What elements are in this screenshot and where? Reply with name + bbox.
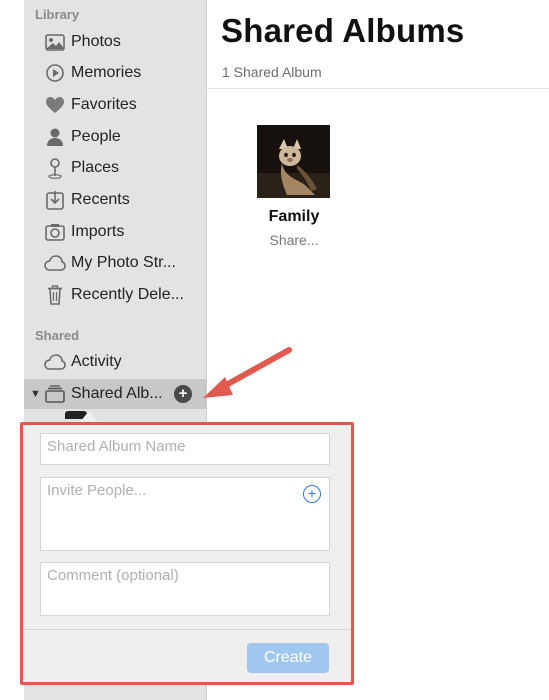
sidebar-item-label: Activity	[71, 353, 122, 370]
page-title: Shared Albums	[221, 12, 465, 49]
sidebar-item-label: Favorites	[71, 96, 137, 113]
photos-icon	[44, 31, 66, 53]
sidebar-item-label: My Photo Str...	[71, 254, 176, 271]
invite-people-field[interactable]: Invite People... +	[40, 477, 330, 551]
album-count: 1 Shared Album	[222, 64, 322, 80]
cloud-icon	[44, 252, 66, 274]
sidebar-item-favorites[interactable]: Favorites	[24, 90, 207, 120]
create-button[interactable]: Create	[247, 643, 329, 673]
sidebar-item-label: Shared Alb...	[71, 385, 163, 402]
sidebar-item-memories[interactable]: Memories	[24, 58, 207, 88]
sidebar-item-people[interactable]: People	[24, 122, 207, 152]
person-icon	[44, 126, 66, 148]
trash-icon	[44, 284, 66, 306]
popover-divider	[23, 629, 351, 630]
popover-arrow	[80, 411, 98, 422]
sidebar-item-label: Recents	[71, 191, 130, 208]
sidebar-item-label: Recently Dele...	[71, 286, 184, 303]
album-subtitle: Share...	[269, 232, 319, 248]
sidebar-item-label: Imports	[71, 223, 125, 240]
sidebar-item-shared-albums[interactable]: ▼ Shared Alb... +	[24, 379, 207, 409]
sidebar-item-label: Memories	[71, 64, 142, 81]
recents-icon	[44, 189, 66, 211]
memories-icon	[44, 62, 66, 84]
sidebar-item-imports[interactable]: Imports	[24, 217, 207, 247]
cloud-icon	[44, 351, 66, 373]
add-person-icon[interactable]: +	[303, 485, 321, 503]
new-shared-album-popover: Shared Album Name Invite People... + Com…	[20, 422, 354, 685]
header-divider	[207, 88, 549, 89]
heart-icon	[44, 94, 66, 116]
shared-album-name-field[interactable]: Shared Album Name	[40, 433, 330, 465]
sidebar-item-label: People	[71, 128, 121, 145]
camera-icon	[44, 221, 66, 243]
album-name: Family	[268, 208, 320, 225]
invite-people-placeholder: Invite People...	[47, 482, 147, 499]
sidebar-item-my-photo-stream[interactable]: My Photo Str...	[24, 248, 207, 278]
shared-header: Shared	[35, 328, 80, 343]
sidebar-item-label: Photos	[71, 33, 121, 50]
sidebar-item-recents[interactable]: Recents	[24, 185, 207, 215]
pin-icon	[44, 157, 66, 179]
disclosure-triangle-icon[interactable]: ▼	[30, 388, 41, 400]
sidebar-item-label: Places	[71, 159, 120, 176]
album-thumbnail[interactable]	[257, 125, 330, 198]
comment-field[interactable]: Comment (optional)	[40, 562, 330, 616]
sidebar-item-places[interactable]: Places	[24, 153, 207, 183]
annotation-arrow-icon	[203, 347, 292, 398]
sidebar-item-activity[interactable]: Activity	[24, 347, 207, 377]
sidebar-item-photos[interactable]: Photos	[24, 27, 207, 57]
album-stack-icon	[44, 383, 66, 405]
library-header: Library	[35, 7, 80, 22]
add-shared-album-button[interactable]: +	[174, 385, 192, 403]
sidebar-item-recently-deleted[interactable]: Recently Dele...	[24, 280, 207, 310]
